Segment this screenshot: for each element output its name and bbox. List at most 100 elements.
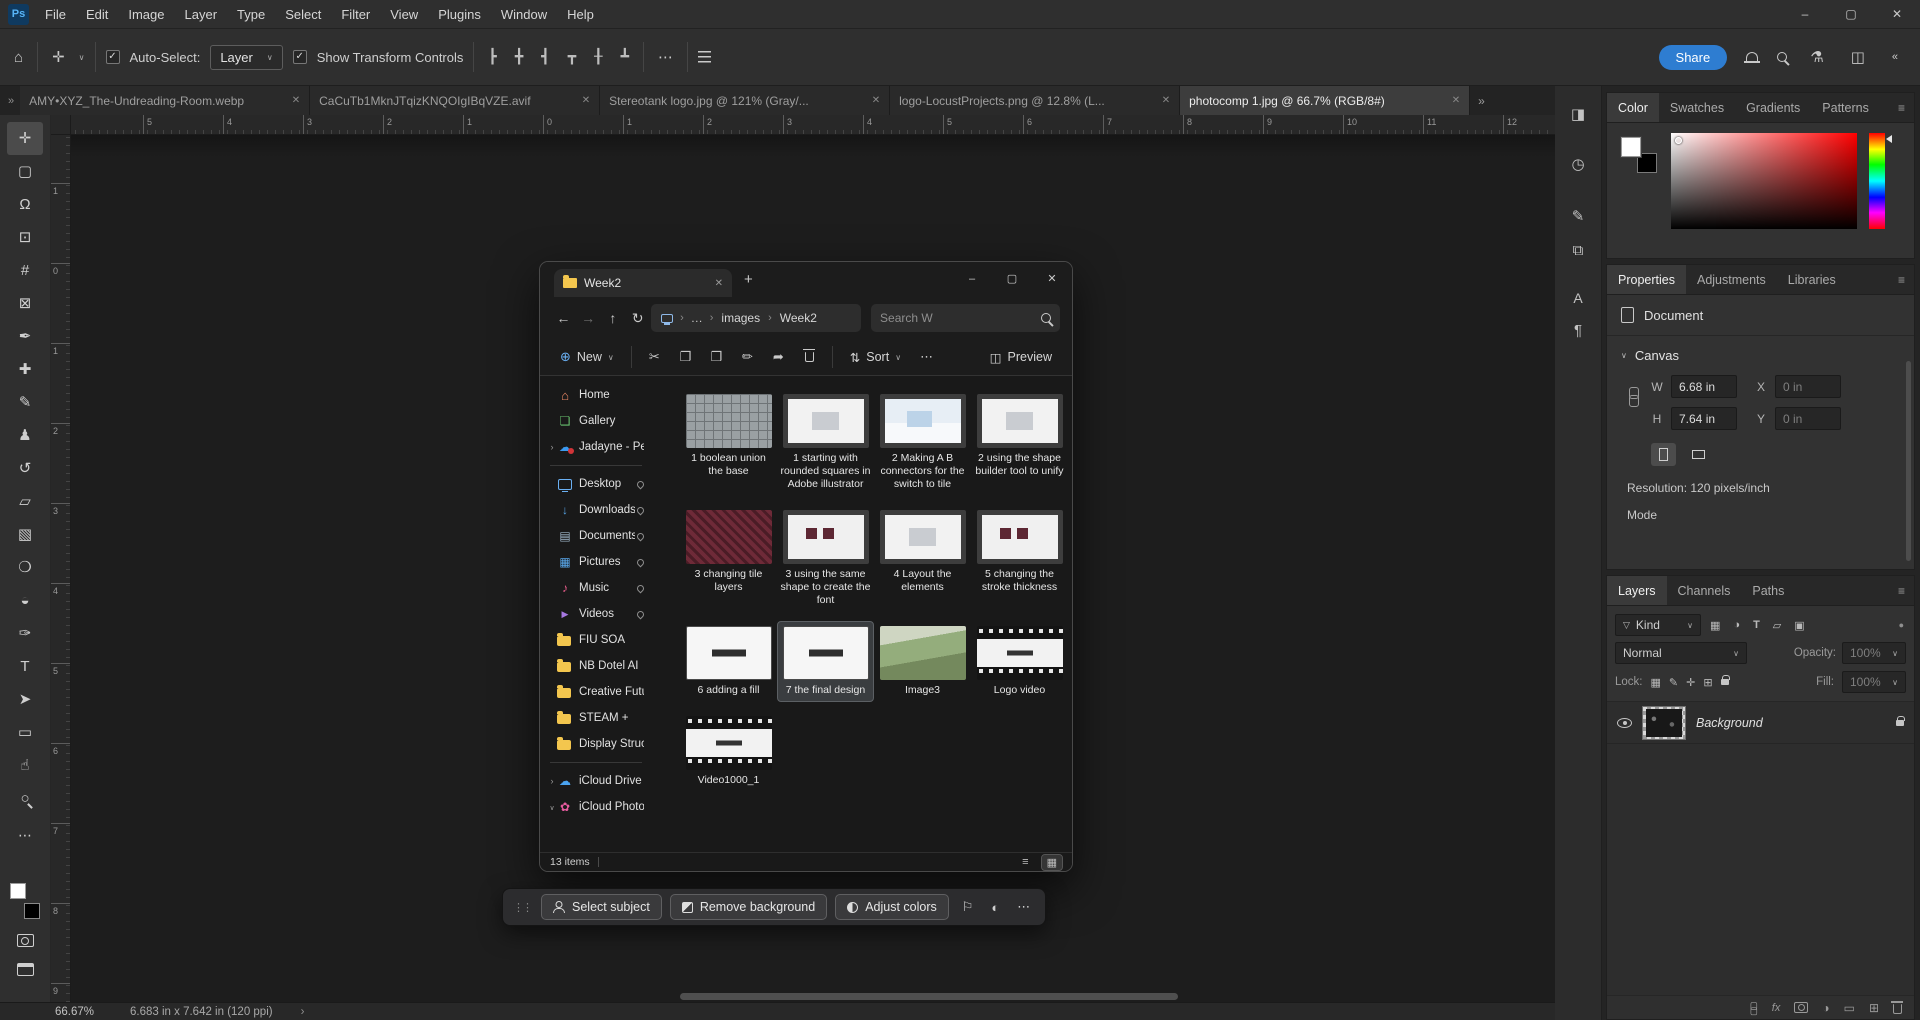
layer-thumbnail[interactable] [1642, 705, 1686, 740]
breadcrumb-item[interactable]: Week2 [779, 311, 818, 325]
explorer-tab[interactable]: Week2 ✕ [554, 269, 732, 297]
tool-button[interactable]: ⊠ [7, 287, 43, 320]
hue-slider-thumb[interactable] [1886, 135, 1892, 143]
tool-button[interactable]: T [7, 650, 43, 683]
sidebar-item[interactable]: Desktop [544, 471, 648, 497]
tool-button[interactable]: ✚ [7, 353, 43, 386]
commandbar-icon[interactable]: ❒ [703, 349, 730, 365]
tool-button[interactable]: ✒ [7, 320, 43, 353]
kind-filter-dropdown[interactable]: ▽ Kind ∨ [1615, 614, 1701, 636]
expand-chevron-icon[interactable] [547, 442, 557, 452]
tool-button[interactable]: ✎ [7, 386, 43, 419]
search-input[interactable] [880, 311, 1036, 325]
tool-button[interactable]: ◒ [7, 584, 43, 617]
canvas-height-input[interactable] [1671, 407, 1737, 430]
expand-chevron-icon[interactable] [547, 776, 557, 786]
foreground-background-swatches[interactable] [1621, 137, 1657, 173]
new-group-icon[interactable]: ▭ [1844, 1001, 1855, 1015]
sidebar-item[interactable]: Jadayne - Person [544, 434, 648, 466]
panel-tab[interactable]: Paths [1741, 576, 1795, 605]
move-tool-icon[interactable]: ✛ [48, 48, 69, 66]
chevron-right-icon[interactable]: › [301, 1006, 305, 1018]
edit-toolbar-icon[interactable]: ⋯ [18, 827, 32, 844]
clone-source-icon[interactable]: ⧉ [1563, 238, 1593, 262]
panel-tab[interactable]: Libraries [1777, 265, 1847, 294]
screen-mode-icon[interactable] [16, 963, 34, 976]
tool-button[interactable]: ♟ [7, 419, 43, 452]
tab-close-icon[interactable]: ✕ [872, 95, 880, 106]
file-item[interactable]: 5 changing the stroke thickness [971, 505, 1068, 612]
tab-close-icon[interactable]: ✕ [1162, 95, 1170, 106]
foreground-color-swatch[interactable] [10, 883, 26, 899]
document-tab[interactable]: Stereotank logo.jpg @ 121% (Gray/... ✕ [600, 86, 891, 115]
sidebar-item[interactable]: Downloads [544, 497, 648, 523]
file-item[interactable]: Logo video [971, 621, 1068, 702]
menu-item[interactable]: Filter [331, 0, 380, 29]
paragraph-panel-icon[interactable]: ¶ [1563, 318, 1593, 342]
commandbar-icon[interactable]: ➦ [765, 349, 792, 365]
panel-menu-icon[interactable]: ≡ [1889, 584, 1914, 598]
beaker-icon[interactable]: ⚗ [1806, 48, 1827, 66]
sidebar-item[interactable]: STEAM + [544, 705, 648, 731]
sidebar-item[interactable]: Documents [544, 523, 648, 549]
shape-layers-filter-icon[interactable]: ▱ [1769, 619, 1785, 632]
color-marker[interactable] [1675, 137, 1682, 144]
file-item[interactable]: Video1000_1 [680, 711, 777, 792]
panel-tab[interactable]: Channels [1667, 576, 1742, 605]
file-item[interactable]: 7 the final design [777, 621, 874, 702]
character-panel-icon[interactable]: A [1563, 286, 1593, 310]
menu-item[interactable]: Image [118, 0, 174, 29]
commandbar-icon[interactable] [796, 348, 823, 365]
auto-select-target-dropdown[interactable]: Layer ∨ [210, 44, 283, 70]
file-item[interactable]: 1 starting with rounded squares in Adobe… [777, 389, 874, 496]
file-item[interactable]: 1 boolean union the base [680, 389, 777, 496]
thumbnails-view-icon[interactable]: ▦ [1040, 853, 1064, 871]
smart-object-filter-icon[interactable]: ▣ [1790, 619, 1808, 632]
lock-position-icon[interactable]: ✛ [1686, 676, 1695, 689]
lock-transparency-icon[interactable]: ▦ [1651, 676, 1661, 689]
panel-tab[interactable]: Adjustments [1686, 265, 1777, 294]
layer-mask-icon[interactable] [1794, 1002, 1809, 1013]
color-field[interactable] [1671, 133, 1857, 229]
sidebar-item[interactable]: iCloud Photos [544, 794, 648, 820]
fill-input[interactable]: 100% ∨ [1842, 671, 1906, 693]
menu-item[interactable]: Edit [76, 0, 118, 29]
sidebar-item[interactable]: Creative Futures [544, 679, 648, 705]
panel-scrollbar[interactable] [1906, 361, 1911, 561]
document-tab[interactable]: AMY•XYZ_The-Undreading-Room.webp ✕ [20, 86, 311, 115]
brush-settings-icon[interactable]: ✎ [1563, 204, 1593, 228]
maximize-icon[interactable]: ▢ [992, 262, 1032, 297]
tab-close-icon[interactable]: ✕ [582, 95, 590, 106]
share-button[interactable]: Share [1658, 44, 1728, 70]
home-icon[interactable]: ⌂ [10, 49, 27, 66]
commandbar-icon[interactable]: ✏ [734, 349, 761, 365]
sidebar-item[interactable]: Gallery [544, 408, 648, 434]
workspace-panels-icon[interactable]: ◫ [1847, 48, 1869, 66]
chevron-down-icon[interactable]: ∨ [79, 53, 85, 62]
panel-tab[interactable]: Properties [1607, 265, 1686, 294]
align-icon[interactable]: ┻ [617, 49, 633, 65]
tool-button[interactable]: ✑ [7, 617, 43, 650]
visibility-eye-icon[interactable] [1617, 717, 1632, 728]
close-icon[interactable]: ✕ [1874, 0, 1920, 29]
link-layers-icon[interactable] [1749, 999, 1758, 1017]
file-item[interactable]: 4 Layout the elements [874, 505, 971, 612]
lock-all-icon[interactable] [1720, 675, 1730, 685]
panel-tab[interactable]: Patterns [1811, 93, 1880, 122]
tool-settings-icon[interactable] [698, 51, 712, 63]
panel-tab[interactable]: Layers [1607, 576, 1667, 605]
delete-layer-icon[interactable] [1891, 1001, 1903, 1014]
tool-button[interactable]: ❍ [7, 551, 43, 584]
back-icon[interactable]: ← [552, 310, 575, 326]
tab-overflow-icon[interactable]: » [1478, 94, 1485, 108]
workspace-panels-icon[interactable]: ◨ [1563, 102, 1593, 126]
sort-button[interactable]: ⇅ Sort ∨ [842, 345, 909, 370]
canvas-x-input[interactable] [1775, 375, 1841, 398]
tool-button[interactable]: # [7, 254, 43, 287]
sidebar-item[interactable]: NB Dotel AI [544, 653, 648, 679]
sidebar-item[interactable]: Display Structur... [544, 731, 648, 763]
canvas-width-input[interactable] [1671, 375, 1737, 398]
canvas-y-input[interactable] [1775, 407, 1841, 430]
tab-scroll-icon[interactable]: » [8, 95, 14, 107]
horizontal-scrollbar-thumb[interactable] [680, 993, 1178, 1000]
